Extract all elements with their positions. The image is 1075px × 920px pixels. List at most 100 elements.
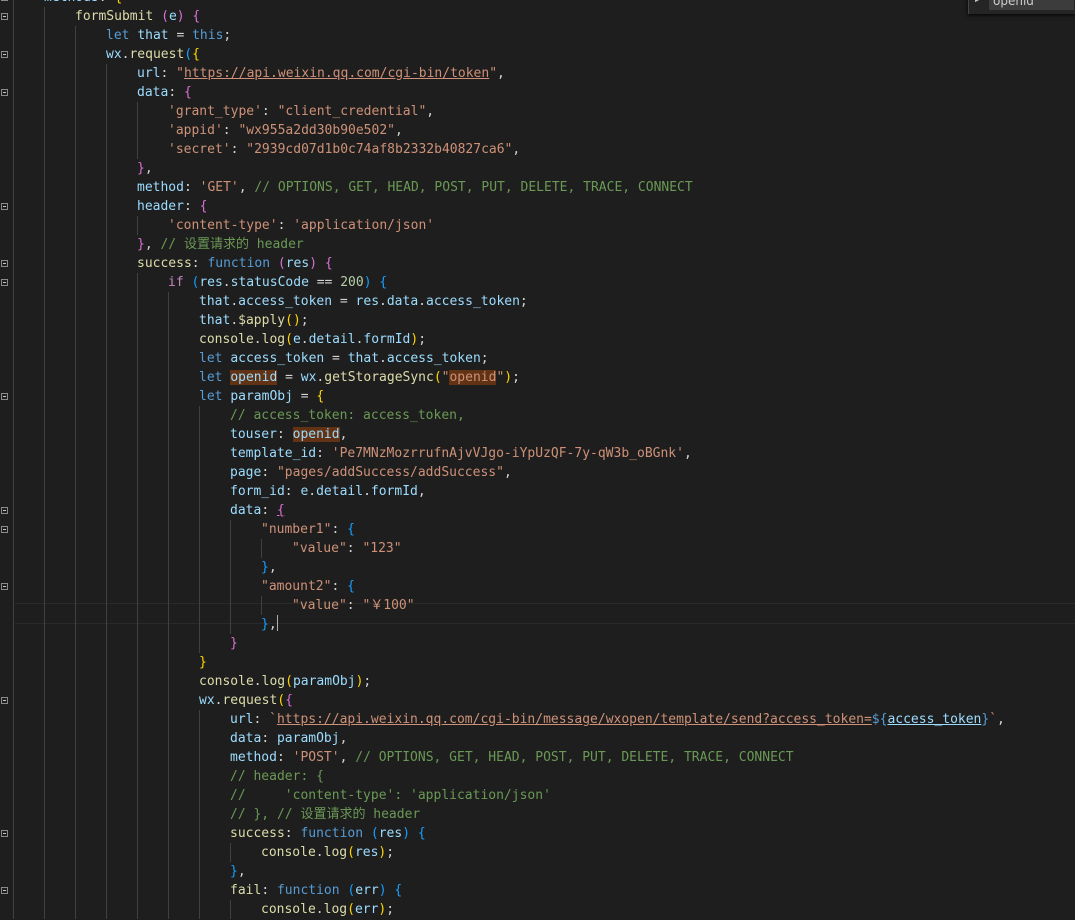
code-line[interactable]: console.log(err); xyxy=(0,900,1075,919)
code-token: : xyxy=(253,712,270,727)
code-token: : xyxy=(276,750,293,765)
code-line[interactable]: fail: function (err) { xyxy=(0,881,1075,900)
code-line[interactable]: methods: { xyxy=(0,0,1075,7)
code-line[interactable]: }, xyxy=(0,159,1075,178)
code-line[interactable]: "amount2": { xyxy=(0,577,1075,596)
code-line[interactable]: }, // 设置请求的 header xyxy=(0,235,1075,254)
code-token: , xyxy=(144,161,153,176)
code-line[interactable]: method: 'POST', // OPTIONS, GET, HEAD, P… xyxy=(0,748,1075,767)
toggle-replace-icon[interactable]: ▶ xyxy=(975,0,982,4)
code-token: data xyxy=(230,503,262,518)
fold-toggle-icon[interactable] xyxy=(1,830,8,837)
fold-toggle-icon[interactable] xyxy=(1,393,8,400)
code-token: { xyxy=(192,9,201,24)
code-line[interactable]: "number1": { xyxy=(0,520,1075,539)
code-line[interactable]: success: function (res) { xyxy=(0,254,1075,273)
code-token: ` xyxy=(989,712,998,727)
code-token: ( xyxy=(285,674,293,689)
code-token: 'appid' xyxy=(168,123,223,138)
code-token: detail xyxy=(308,332,356,347)
code-token: access_token xyxy=(426,294,520,309)
code-token: console xyxy=(261,845,316,860)
code-token: https://api.weixin.qq.com/cgi-bin/token xyxy=(183,66,490,81)
code-line[interactable]: // 'content-type': 'application/json' xyxy=(0,786,1075,805)
code-line[interactable]: template_id: 'Pe7MNzMozrrufnAjvVJgo-iYpU… xyxy=(0,444,1075,463)
code-token: access_token xyxy=(887,712,982,727)
code-line[interactable]: method: 'GET', // OPTIONS, GET, HEAD, PO… xyxy=(0,178,1075,197)
code-line[interactable]: touser: openid, xyxy=(0,425,1075,444)
code-line[interactable]: that.access_token = res.data.access_toke… xyxy=(0,292,1075,311)
code-editor[interactable]: methods: {formSubmit (e) {let that = thi… xyxy=(0,0,1075,920)
code-token: { xyxy=(285,693,293,708)
code-line[interactable]: success: function (res) { xyxy=(0,824,1075,843)
fold-toggle-icon[interactable] xyxy=(1,697,8,704)
code-line[interactable]: }, xyxy=(0,862,1075,881)
code-line[interactable]: wx.request({ xyxy=(0,45,1075,64)
code-line[interactable]: // }, // 设置请求的 header xyxy=(0,805,1075,824)
code-line[interactable]: if (res.statusCode == 200) { xyxy=(0,273,1075,292)
code-token: { xyxy=(379,275,388,290)
code-line[interactable]: let openid = wx.getStorageSync("openid")… xyxy=(0,368,1075,387)
code-line[interactable]: }, xyxy=(0,615,1075,634)
fold-toggle-icon[interactable] xyxy=(1,583,8,590)
code-token: fail xyxy=(230,883,262,898)
code-line[interactable]: console.log(paramObj); xyxy=(0,672,1075,691)
code-line[interactable]: data: paramObj, xyxy=(0,729,1075,748)
code-line[interactable]: "value": "￥100" xyxy=(0,596,1075,615)
code-token: let xyxy=(106,28,130,43)
code-token: data xyxy=(386,294,419,309)
code-line[interactable]: } xyxy=(0,653,1075,672)
code-line[interactable]: let paramObj = { xyxy=(0,387,1075,406)
code-line[interactable]: url: "https://api.weixin.qq.com/cgi-bin/… xyxy=(0,64,1075,83)
code-line[interactable]: url: `https://api.weixin.qq.com/cgi-bin/… xyxy=(0,710,1075,729)
code-line[interactable]: console.log(res); xyxy=(0,843,1075,862)
code-token: log xyxy=(323,902,348,917)
code-token: : xyxy=(261,731,277,746)
fold-toggle-icon[interactable] xyxy=(1,526,8,533)
fold-toggle-icon[interactable] xyxy=(1,507,8,514)
code-line[interactable]: // access_token: access_token, xyxy=(0,406,1075,425)
code-token: "wx955a2dd30b90e502" xyxy=(238,123,395,138)
fold-toggle-icon[interactable] xyxy=(1,279,8,286)
code-token: ( xyxy=(370,826,379,841)
code-line[interactable]: 'secret': "2939cd07d1b0c74af8b2332b40827… xyxy=(0,140,1075,159)
code-token: 'secret' xyxy=(168,142,231,157)
code-line[interactable]: wx.request({ xyxy=(0,691,1075,710)
code-token: : xyxy=(261,465,277,480)
find-input[interactable]: openid xyxy=(989,0,1074,10)
code-line[interactable]: form_id: e.detail.formId, xyxy=(0,482,1075,501)
code-line[interactable]: "value": "123" xyxy=(0,539,1075,558)
code-token: ) xyxy=(378,883,387,898)
code-line[interactable]: // header: { xyxy=(0,767,1075,786)
code-token: console xyxy=(199,332,254,347)
fold-toggle-icon[interactable] xyxy=(1,203,8,210)
fold-toggle-icon[interactable] xyxy=(1,260,8,267)
code-line[interactable]: let that = this; xyxy=(0,26,1075,45)
fold-toggle-icon[interactable] xyxy=(1,89,8,96)
code-token: : xyxy=(346,598,363,613)
code-line[interactable]: 'content-type': 'application/json' xyxy=(0,216,1075,235)
code-line[interactable]: console.log(e.detail.formId); xyxy=(0,330,1075,349)
code-line[interactable]: 'grant_type': "client_credential", xyxy=(0,102,1075,121)
fold-toggle-icon[interactable] xyxy=(1,51,8,58)
code-line[interactable]: } xyxy=(0,634,1075,653)
code-line[interactable]: that.$apply(); xyxy=(0,311,1075,330)
code-line[interactable]: data: { xyxy=(0,83,1075,102)
code-token: "amount2" xyxy=(261,579,332,594)
code-line[interactable]: formSubmit (e) { xyxy=(0,7,1075,26)
fold-toggle-icon[interactable] xyxy=(1,13,8,20)
fold-toggle-icon[interactable] xyxy=(1,887,8,894)
code-line[interactable]: 'appid': "wx955a2dd30b90e502", xyxy=(0,121,1075,140)
text-cursor xyxy=(276,615,278,631)
code-line[interactable]: }, xyxy=(0,558,1075,577)
code-token: openid xyxy=(449,370,497,385)
code-token: : xyxy=(277,218,294,233)
code-line[interactable]: data: { xyxy=(0,501,1075,520)
code-line[interactable]: page: "pages/addSuccess/addSuccess", xyxy=(0,463,1075,482)
code-line[interactable]: header: { xyxy=(0,197,1075,216)
code-token: "client_credential" xyxy=(277,104,427,119)
fold-toggle-icon[interactable] xyxy=(1,0,8,1)
code-line[interactable]: let access_token = that.access_token; xyxy=(0,349,1075,368)
code-token: : xyxy=(230,142,247,157)
code-token: ( xyxy=(285,332,293,347)
